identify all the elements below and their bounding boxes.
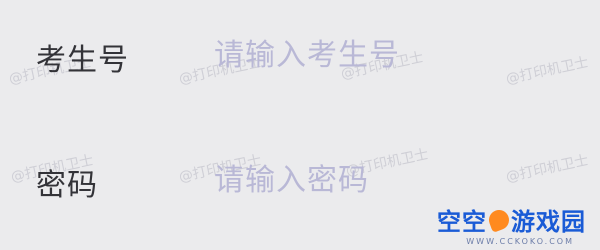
- brand-url: WWW.CCKOKO.COM: [466, 237, 574, 246]
- brand-logo: 空空 游戏园 WWW.CCKOKO.COM: [406, 200, 586, 246]
- exam-number-row: 考生号: [0, 25, 600, 85]
- brand-name-part2: 游戏园: [511, 208, 586, 236]
- brand-blob-icon: [486, 206, 512, 233]
- brand-name-part1: 空空: [437, 208, 487, 236]
- exam-number-input[interactable]: [214, 31, 574, 79]
- password-input[interactable]: [214, 156, 574, 204]
- brand-name: 空空 游戏园: [437, 202, 586, 237]
- exam-number-label: 考生号: [36, 43, 129, 78]
- password-label: 密码: [36, 168, 98, 203]
